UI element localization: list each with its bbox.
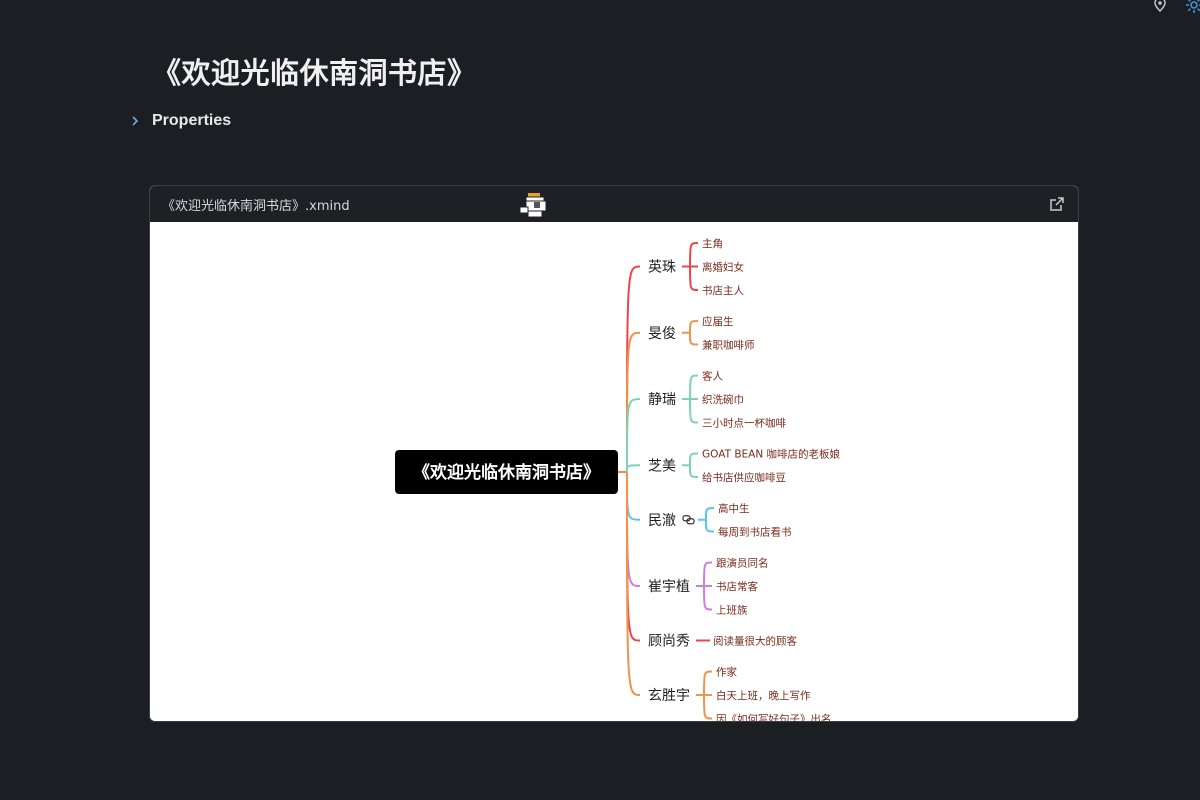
branch-label[interactable]: 民澈 bbox=[648, 513, 676, 529]
properties-label: Properties bbox=[152, 112, 232, 129]
external-link-icon[interactable] bbox=[1048, 195, 1066, 213]
mindmap-branch[interactable]: 民澈 bbox=[648, 513, 676, 529]
child-topic[interactable]: 客人 bbox=[702, 370, 723, 383]
child-topic[interactable]: 主角 bbox=[702, 238, 723, 250]
child-topic[interactable]: 织洗碗巾 bbox=[702, 393, 744, 406]
xmind-embed: 《欢迎光临休南洞书店》.xmind 英珠 主角离婚妇女书店主人旻俊 应届生兼职咖啡师… bbox=[149, 185, 1079, 722]
child-topic[interactable]: GOAT BEAN 咖啡店的老板娘 bbox=[702, 448, 841, 461]
branch-label[interactable]: 静瑞 bbox=[648, 392, 676, 408]
branch-label[interactable]: 崔宇植 bbox=[648, 579, 690, 595]
mindmap-branch[interactable]: 静瑞 bbox=[648, 392, 676, 408]
root-label: 《欢迎光临休南洞书店》 bbox=[413, 462, 600, 483]
child-topic[interactable]: 高中生 bbox=[718, 502, 750, 515]
child-topic[interactable]: 兼职咖啡师 bbox=[702, 339, 755, 352]
branch-label[interactable]: 顾尚秀 bbox=[648, 634, 690, 650]
mindmap-branch[interactable]: 英珠 bbox=[648, 259, 676, 276]
child-topic[interactable]: 白天上班，晚上写作 bbox=[716, 689, 811, 702]
child-topic[interactable]: 离婚妇女 bbox=[702, 261, 744, 274]
branch-label[interactable]: 芝美 bbox=[648, 458, 676, 474]
mindmap-canvas[interactable]: 英珠 主角离婚妇女书店主人旻俊 应届生兼职咖啡师静瑞 客人织洗碗巾三小时点一杯咖啡芝美… bbox=[150, 222, 1078, 721]
child-topic[interactable]: 作家 bbox=[716, 666, 737, 679]
embed-header: 《欢迎光临休南洞书店》.xmind bbox=[150, 186, 1078, 223]
branch-label[interactable]: 玄胜宇 bbox=[648, 687, 690, 704]
mindmap-svg: 英珠 主角离婚妇女书店主人旻俊 应届生兼职咖啡师静瑞 客人织洗碗巾三小时点一杯咖啡芝美… bbox=[395, 238, 841, 722]
properties-toggle[interactable]: Properties bbox=[128, 112, 231, 130]
pixel-bird-icon bbox=[519, 193, 547, 218]
branch-label[interactable]: 旻俊 bbox=[648, 326, 676, 342]
child-topic[interactable]: 书店主人 bbox=[702, 284, 744, 297]
settings-icon[interactable] bbox=[1185, 0, 1200, 14]
child-topic[interactable]: 上班族 bbox=[716, 604, 748, 617]
chevron-right-icon bbox=[132, 116, 139, 126]
embed-file-name: 《欢迎光临休南洞书店》.xmind bbox=[162, 198, 350, 214]
branch-label[interactable]: 英珠 bbox=[648, 259, 676, 276]
child-topic[interactable]: 阅读量很大的顾客 bbox=[713, 635, 797, 648]
child-topic[interactable]: 因《如何写好句子》出名 bbox=[716, 713, 832, 722]
child-topic[interactable]: 给书店供应咖啡豆 bbox=[702, 471, 786, 484]
page-title: 《欢迎光临休南洞书店》 bbox=[152, 56, 477, 90]
child-topic[interactable]: 跟演员同名 bbox=[716, 557, 769, 570]
mindmap-branch[interactable]: 顾尚秀 bbox=[648, 634, 690, 650]
child-topic[interactable]: 书店常客 bbox=[716, 580, 758, 593]
map-pin-icon[interactable] bbox=[1151, 0, 1169, 14]
mindmap-branch[interactable]: 芝美 bbox=[648, 458, 676, 474]
mindmap-branch[interactable]: 玄胜宇 bbox=[648, 687, 690, 704]
mindmap-branch[interactable]: 崔宇植 bbox=[648, 579, 690, 595]
link-icon[interactable] bbox=[682, 515, 695, 525]
child-topic[interactable]: 应届生 bbox=[702, 315, 734, 328]
child-topic[interactable]: 三小时点一杯咖啡 bbox=[702, 417, 786, 430]
child-topic[interactable]: 每周到书店看书 bbox=[718, 526, 792, 539]
mindmap-root[interactable]: 《欢迎光临休南洞书店》 bbox=[395, 450, 618, 494]
mindmap-branch[interactable]: 旻俊 bbox=[648, 326, 676, 342]
